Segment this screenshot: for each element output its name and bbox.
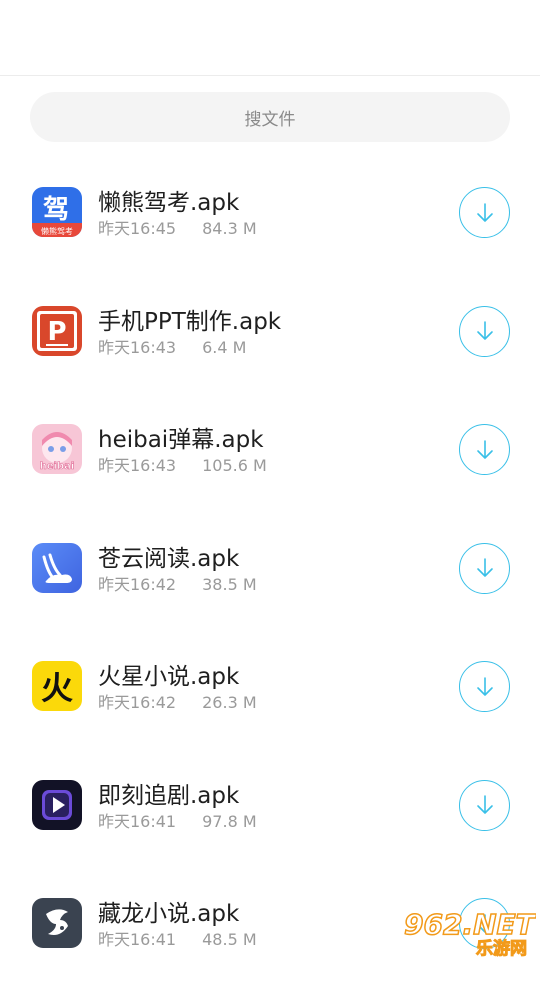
file-name: 即刻追剧.apk bbox=[98, 782, 240, 809]
file-meta: 昨天16:43 6.4 M bbox=[98, 334, 246, 358]
file-time: 昨天16:45 bbox=[98, 219, 177, 238]
lanxiong-jiakao-app-icon: 驾 懒熊驾考 bbox=[32, 187, 82, 237]
jike-zhuiju-app-icon bbox=[32, 779, 82, 830]
file-time: 昨天16:42 bbox=[98, 693, 177, 712]
file-name: heibai弹幕.apk bbox=[98, 427, 264, 453]
ppt-icon-glyph: P bbox=[47, 317, 66, 347]
search-input[interactable]: 搜文件 bbox=[30, 92, 510, 142]
download-button[interactable] bbox=[459, 779, 510, 831]
download-button[interactable] bbox=[459, 424, 510, 475]
download-arrow-icon bbox=[476, 558, 493, 577]
file-time: 昨天16:42 bbox=[98, 574, 177, 594]
search-placeholder: 搜文件 bbox=[244, 109, 296, 130]
file-size: 38.5 M bbox=[202, 574, 257, 594]
watermark-site: 乐游网 bbox=[476, 938, 527, 958]
file-name: 苍云阅读.apk bbox=[98, 545, 240, 572]
file-size: 6.4 M bbox=[202, 337, 247, 357]
jiakao-icon-glyph: 驾 bbox=[43, 195, 69, 225]
ppt-app-icon: P bbox=[32, 305, 82, 356]
download-arrow-icon bbox=[476, 202, 493, 222]
heibai-icon-caption: heibai bbox=[40, 461, 75, 472]
download-arrow-icon bbox=[476, 795, 493, 814]
heibai-danmu-app-icon: heibai bbox=[32, 424, 82, 474]
file-time: 昨天16:43 bbox=[98, 456, 177, 475]
download-button[interactable] bbox=[459, 542, 510, 594]
watermark-brand: 962.NET bbox=[404, 908, 536, 941]
file-size: 26.3 M bbox=[202, 693, 257, 712]
download-button[interactable] bbox=[459, 187, 510, 238]
file-item-lanxiong-jiakao[interactable]: 驾 懒熊驾考 懒熊驾考.apk 昨天16:45 84.3 M bbox=[0, 152, 540, 271]
file-list: 驾 懒熊驾考 懒熊驾考.apk 昨天16:45 84.3 M P 手机PPT制作.… bbox=[0, 152, 540, 982]
file-item-cangyun-yuedu[interactable]: 苍云阅读.apk 昨天16:42 38.5 M bbox=[0, 508, 540, 627]
file-name: 藏龙小说.apk bbox=[98, 901, 240, 927]
file-meta: 昨天16:41 48.5 M bbox=[98, 926, 257, 950]
file-time: 昨天16:41 bbox=[98, 930, 177, 949]
download-arrow-icon bbox=[476, 676, 493, 696]
file-meta: 昨天16:42 26.3 M bbox=[98, 689, 257, 713]
huoxing-xiaoshuo-app-icon: 火 bbox=[32, 661, 82, 711]
jiakao-icon-caption: 懒熊驾考 bbox=[41, 226, 73, 236]
file-item-heibai-danmu[interactable]: heibai heibai弹幕.apk 昨天16:43 105.6 M bbox=[0, 389, 540, 508]
download-arrow-icon bbox=[476, 321, 493, 340]
file-name: 手机PPT制作.apk bbox=[98, 308, 282, 335]
file-meta: 昨天16:42 38.5 M bbox=[98, 571, 257, 595]
file-name: 懒熊驾考.apk bbox=[98, 190, 240, 216]
file-size: 97.8 M bbox=[202, 811, 257, 831]
top-bar bbox=[0, 0, 540, 76]
file-meta: 昨天16:43 105.6 M bbox=[98, 452, 267, 476]
download-arrow-icon bbox=[476, 439, 493, 459]
file-size: 48.5 M bbox=[202, 930, 257, 949]
canglong-xiaoshuo-app-icon bbox=[32, 898, 82, 948]
file-item-huoxing-xiaoshuo[interactable]: 火 火星小说.apk 昨天16:42 26.3 M bbox=[0, 626, 540, 745]
file-meta: 昨天16:45 84.3 M bbox=[98, 215, 257, 239]
cangyun-yuedu-app-icon bbox=[32, 542, 82, 593]
file-time: 昨天16:43 bbox=[98, 337, 177, 357]
download-button[interactable] bbox=[459, 661, 510, 712]
file-item-ppt[interactable]: P 手机PPT制作.apk 昨天16:43 6.4 M bbox=[0, 271, 540, 390]
file-name: 火星小说.apk bbox=[98, 664, 240, 690]
download-button[interactable] bbox=[459, 305, 510, 357]
file-size: 84.3 M bbox=[202, 219, 257, 238]
file-meta: 昨天16:41 97.8 M bbox=[98, 808, 257, 832]
file-time: 昨天16:41 bbox=[98, 811, 177, 831]
file-size: 105.6 M bbox=[202, 456, 267, 475]
huoxing-icon-glyph: 火 bbox=[41, 669, 73, 707]
site-watermark: 962.NET 乐游网 bbox=[400, 906, 537, 959]
file-item-jike-zhuiju[interactable]: 即刻追剧.apk 昨天16:41 97.8 M bbox=[0, 745, 540, 864]
